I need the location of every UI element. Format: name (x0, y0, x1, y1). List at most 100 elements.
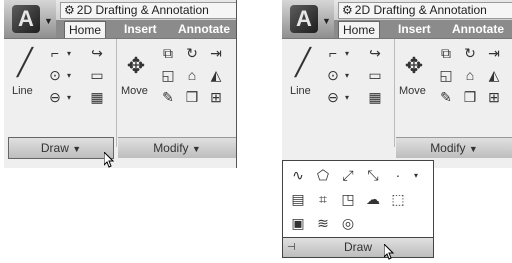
tab-home[interactable]: Home (64, 21, 107, 39)
rectangle-icon[interactable]: ▭ (86, 65, 108, 85)
circle-icon[interactable]: ⊙ (44, 65, 66, 85)
chevron-down-icon: ▼ (72, 144, 82, 154)
fillet-icon[interactable]: ◱ (435, 65, 457, 85)
chevron-down-icon[interactable]: ▾ (345, 93, 349, 102)
draw-flyout-title[interactable]: ⊣ Draw (282, 237, 434, 258)
mouse-cursor-icon (384, 244, 394, 260)
ribbon-tabs: Home Insert Annotate (56, 20, 236, 39)
rectangle-icon[interactable]: ▭ (364, 65, 386, 85)
hatch-icon[interactable]: ▦ (86, 87, 108, 107)
copy-icon[interactable]: ⧉ (435, 43, 457, 63)
chevron-down-icon[interactable]: ▾ (67, 71, 71, 80)
ray-icon[interactable]: ⤢ (337, 165, 359, 185)
draw-flyout-label: Draw (343, 240, 372, 254)
explode-icon[interactable]: ❒ (459, 87, 481, 107)
line-tool-icon[interactable]: ╱ (288, 45, 318, 79)
chevron-down-icon[interactable]: ▾ (345, 49, 349, 58)
autocad-app-icon: A (290, 5, 318, 33)
line-tool-icon[interactable]: ╱ (10, 45, 40, 79)
explode-icon[interactable]: ❒ (181, 87, 203, 107)
line-label: Line (12, 85, 33, 97)
ribbon-expanded: A ▼ ⚙ 2D Drafting & Annotation Home Inser… (282, 0, 512, 168)
draw-panel-title[interactable]: Draw ▼ (8, 137, 114, 159)
tab-insert[interactable]: Insert (120, 21, 161, 38)
ellipse-icon[interactable]: ⊖ (322, 87, 344, 107)
gear-icon: ⚙ (342, 3, 353, 17)
gradient-icon[interactable]: ▤ (287, 189, 309, 209)
workspace-switcher[interactable]: ⚙ 2D Drafting & Annotation (338, 2, 512, 19)
circle-icon[interactable]: ⊙ (322, 65, 344, 85)
tab-home[interactable]: Home (338, 21, 381, 39)
workspace-switcher[interactable]: ⚙ 2D Drafting & Annotation (60, 2, 236, 19)
modify-title-label: Modify (430, 141, 466, 155)
application-menu-button[interactable]: A ▼ (4, 0, 57, 39)
table-icon[interactable]: ▣ (287, 213, 309, 233)
revision-cloud-icon[interactable]: ☁ (362, 189, 384, 209)
gear-icon: ⚙ (64, 3, 75, 17)
erase-icon[interactable]: ✎ (157, 87, 179, 107)
spline-icon[interactable]: ∿ (287, 165, 309, 185)
boundary-icon[interactable]: ⌗ (312, 189, 334, 209)
hatch-icon[interactable]: ▦ (364, 87, 386, 107)
mirror-icon[interactable]: ◭ (205, 65, 227, 85)
array-icon[interactable]: ⊞ (483, 87, 505, 107)
rotate-icon[interactable]: ↻ (459, 43, 481, 63)
chevron-down-icon[interactable]: ▾ (67, 49, 71, 58)
tab-insert[interactable]: Insert (394, 21, 435, 38)
copy-icon[interactable]: ⧉ (157, 43, 179, 63)
trim-icon[interactable]: ⇥ (483, 43, 505, 63)
line-label: Line (290, 85, 311, 97)
move-label: Move (399, 85, 426, 97)
move-icon[interactable]: ✥ (401, 53, 427, 79)
region-icon[interactable]: ◳ (337, 189, 359, 209)
chevron-down-icon: ▼ (191, 144, 201, 154)
erase-icon[interactable]: ✎ (435, 87, 457, 107)
move-icon[interactable]: ✥ (123, 53, 149, 79)
point-icon[interactable]: · (387, 165, 409, 185)
fillet-icon[interactable]: ◱ (157, 65, 179, 85)
draw-group: ╱ Line ⌐ ▾ ↪ ⊙ ▾ ▭ ⊖ ▾ ▦ (282, 39, 395, 147)
construction-line-icon[interactable]: ⤡ (362, 165, 384, 185)
polygon-icon[interactable]: ⬠ (312, 165, 334, 185)
spline-icon[interactable]: ↪ (364, 43, 386, 63)
quick-access-toolbar: ⚙ 2D Drafting & Annotation (56, 0, 236, 20)
quick-access-toolbar: ⚙ 2D Drafting & Annotation (334, 0, 512, 20)
chevron-down-icon[interactable]: ▾ (345, 71, 349, 80)
ribbon-collapsed: A ▼ ⚙ 2D Drafting & Annotation Home Inser… (4, 0, 237, 168)
tab-annotate[interactable]: Annotate (174, 21, 234, 38)
mouse-cursor-icon (104, 152, 114, 168)
modify-panel-title[interactable]: Modify ▼ (396, 137, 512, 158)
spline-icon[interactable]: ↪ (86, 43, 108, 63)
application-menu-button[interactable]: A ▼ (282, 0, 335, 39)
donut-icon[interactable]: ◎ (337, 213, 359, 233)
autocad-app-icon: A (12, 5, 40, 33)
ellipse-icon[interactable]: ⊖ (44, 87, 66, 107)
modify-title-label: Modify (153, 141, 189, 155)
stretch-icon[interactable]: ⌂ (181, 65, 203, 85)
draw-group: ╱ Line ⌐ ▾ ↪ ⊙ ▾ ▭ ⊖ ▾ ▦ (4, 39, 117, 147)
wipeout-icon[interactable]: ⬚ (387, 189, 409, 209)
flyout-row: ▤ ⌗ ◳ ☁ ⬚ (287, 189, 409, 211)
trim-icon[interactable]: ⇥ (205, 43, 227, 63)
draw-title-label: Draw (40, 141, 69, 155)
rotate-icon[interactable]: ↻ (181, 43, 203, 63)
mirror-icon[interactable]: ◭ (483, 65, 505, 85)
array-icon[interactable]: ⊞ (205, 87, 227, 107)
chevron-down-icon: ▼ (322, 16, 331, 26)
workspace-label: 2D Drafting & Annotation (76, 3, 209, 17)
polyline-icon[interactable]: ⌐ (44, 43, 66, 63)
workspace-label: 2D Drafting & Annotation (354, 3, 487, 17)
modify-group: ✥ Move ⧉ ↻ ⇥ ◱ ⌂ ◭ ✎ ❒ ⊞ (395, 39, 512, 147)
chevron-down-icon[interactable]: ▾ (412, 165, 420, 185)
chevron-down-icon[interactable]: ▾ (67, 93, 71, 102)
stretch-icon[interactable]: ⌂ (459, 65, 481, 85)
helix-icon[interactable]: ≋ (312, 213, 334, 233)
flyout-row: ∿ ⬠ ⤢ ⤡ · ▾ (287, 165, 420, 187)
modify-group: ✥ Move ⧉ ↻ ⇥ ◱ ⌂ ◭ ✎ ❒ ⊞ (117, 39, 236, 147)
flyout-row: ▣ ≋ ◎ (287, 213, 359, 235)
tab-annotate[interactable]: Annotate (448, 21, 508, 38)
polyline-icon[interactable]: ⌐ (322, 43, 344, 63)
ribbon-panel: ╱ Line ⌐ ▾ ↪ ⊙ ▾ ▭ ⊖ ▾ ▦ ✥ Move ⧉ ↻ ⇥ ◱ … (282, 38, 512, 168)
ribbon-tabs: Home Insert Annotate (334, 20, 512, 39)
modify-panel-title[interactable]: Modify ▼ (118, 137, 236, 158)
